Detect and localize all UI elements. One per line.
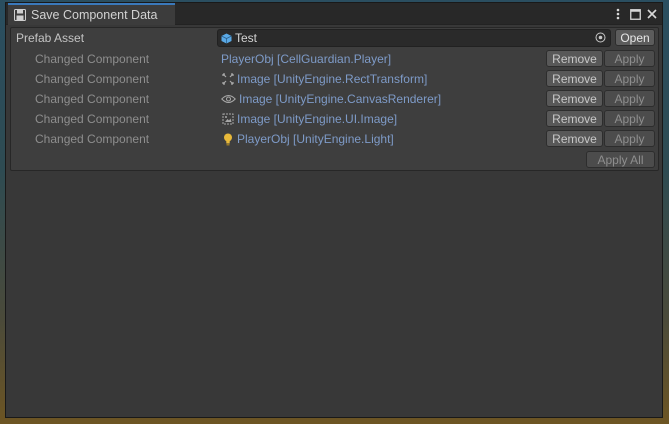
component-name: Image [UnityEngine.CanvasRenderer] <box>239 92 442 106</box>
component-name: Image [UnityEngine.UI.Image] <box>237 112 398 126</box>
changed-component-label: Changed Component <box>35 52 150 66</box>
remove-button[interactable]: Remove <box>546 90 603 107</box>
tab-bar: Save Component Data <box>6 3 662 25</box>
component-link[interactable]: Image [UnityEngine.UI.Image] <box>221 112 397 126</box>
remove-button[interactable]: Remove <box>546 130 603 147</box>
kebab-menu-icon[interactable] <box>612 6 624 22</box>
prefab-asset-value: Test <box>235 31 258 45</box>
remove-button[interactable]: Remove <box>546 70 603 87</box>
prefab-asset-label: Prefab Asset <box>16 31 85 45</box>
maximize-icon[interactable] <box>629 6 641 22</box>
component-row: Changed Component PlayerObj [UnityEngine… <box>11 129 658 149</box>
save-component-data-window: Save Component Data Prefab Asset Test Op… <box>5 2 663 418</box>
prefab-asset-row: Prefab Asset Test Open <box>11 28 658 48</box>
save-disk-icon <box>14 9 26 21</box>
component-row: Changed Component Image [UnityEngine.UI.… <box>11 109 658 129</box>
changed-component-label: Changed Component <box>35 72 150 86</box>
light-bulb-icon <box>221 133 234 146</box>
component-row: Changed Component Image [UnityEngine.Can… <box>11 89 658 109</box>
open-button[interactable]: Open <box>615 29 655 46</box>
remove-button[interactable]: Remove <box>546 110 603 127</box>
apply-button[interactable]: Apply <box>604 50 655 67</box>
changed-component-label: Changed Component <box>35 132 150 146</box>
changed-component-label: Changed Component <box>35 92 150 106</box>
apply-all-row: Apply All <box>11 150 658 170</box>
eye-icon <box>221 93 236 106</box>
image-icon <box>221 113 234 126</box>
component-name: PlayerObj [CellGuardian.Player] <box>221 52 392 66</box>
close-icon[interactable] <box>646 6 658 22</box>
apply-button[interactable]: Apply <box>604 90 655 107</box>
changed-component-label: Changed Component <box>35 112 150 126</box>
object-picker-icon[interactable] <box>595 32 606 43</box>
component-link[interactable]: Image [UnityEngine.RectTransform] <box>221 72 427 86</box>
rect-transform-icon <box>221 73 234 86</box>
window-title: Save Component Data <box>31 8 158 22</box>
window-controls <box>612 5 658 23</box>
apply-button[interactable]: Apply <box>604 70 655 87</box>
component-link[interactable]: Image [UnityEngine.CanvasRenderer] <box>221 92 441 106</box>
component-name: Image [UnityEngine.RectTransform] <box>237 72 428 86</box>
component-name: PlayerObj [UnityEngine.Light] <box>237 132 394 146</box>
prefab-asset-field[interactable]: Test <box>217 29 611 47</box>
apply-button[interactable]: Apply <box>604 110 655 127</box>
apply-button[interactable]: Apply <box>604 130 655 147</box>
prefab-cube-icon <box>221 33 232 43</box>
component-link[interactable]: PlayerObj [UnityEngine.Light] <box>221 132 394 146</box>
component-row: Changed Component PlayerObj [CellGuardia… <box>11 49 658 69</box>
component-link[interactable]: PlayerObj [CellGuardian.Player] <box>221 52 391 66</box>
apply-all-button[interactable]: Apply All <box>586 151 655 168</box>
remove-button[interactable]: Remove <box>546 50 603 67</box>
tab-save-component-data[interactable]: Save Component Data <box>8 3 175 25</box>
component-panel: Prefab Asset Test Open Changed Component… <box>10 27 659 171</box>
component-row: Changed Component Image [UnityEngine.Rec… <box>11 69 658 89</box>
